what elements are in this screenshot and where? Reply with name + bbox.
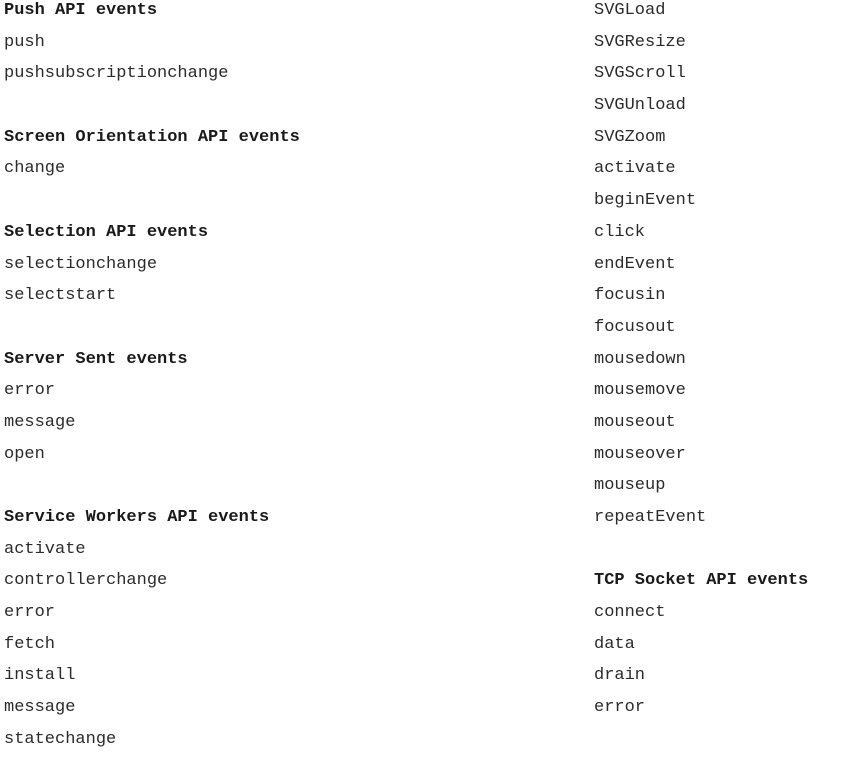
event-item: beginEvent	[594, 191, 697, 211]
event-item: mouseup	[594, 476, 666, 496]
event-item: activate	[4, 539, 86, 559]
event-item: open	[4, 444, 45, 464]
event-item: mousedown	[594, 349, 686, 369]
event-item: statechange	[4, 729, 117, 749]
event-item: change	[4, 159, 66, 179]
event-item: error	[594, 698, 646, 718]
section-heading: Selection API events	[4, 222, 209, 242]
event-item: mouseover	[594, 444, 686, 464]
event-item: SVGUnload	[594, 96, 686, 116]
section-heading: Server Sent events	[4, 349, 188, 369]
event-item: SVGResize	[594, 32, 686, 52]
event-item: drain	[594, 666, 646, 686]
event-item: pushsubscriptionchange	[4, 64, 229, 84]
right-column: SVGLoad SVGResize SVGScroll SVGUnload SV…	[594, 0, 808, 729]
event-item: connect	[594, 603, 666, 623]
event-item: install	[4, 666, 76, 686]
section-heading: TCP Socket API events	[594, 571, 809, 591]
event-item: controllerchange	[4, 571, 168, 591]
event-item: mousemove	[594, 381, 686, 401]
left-column: Push API events push pushsubscriptioncha…	[4, 0, 300, 761]
event-item: push	[4, 32, 45, 52]
event-item: data	[594, 634, 635, 654]
event-item: message	[4, 698, 76, 718]
section-heading: Push API events	[4, 1, 158, 20]
section-heading: Screen Orientation API events	[4, 127, 300, 147]
event-item: fetch	[4, 634, 56, 654]
event-item: click	[594, 222, 646, 242]
event-item: focusin	[594, 286, 666, 306]
event-item: focusout	[594, 317, 676, 337]
event-item: activate	[594, 159, 676, 179]
event-item: endEvent	[594, 254, 676, 274]
event-item: SVGLoad	[594, 1, 666, 20]
event-item: SVGZoom	[594, 127, 666, 147]
event-item: selectionchange	[4, 254, 158, 274]
event-item: error	[4, 603, 56, 623]
event-item: message	[4, 412, 76, 432]
event-item: repeatEvent	[594, 508, 707, 527]
section-heading: Service Workers API events	[4, 508, 270, 527]
event-item: error	[4, 381, 56, 401]
event-item: mouseout	[594, 412, 676, 432]
event-item: selectstart	[4, 286, 117, 306]
event-item: SVGScroll	[594, 64, 686, 84]
